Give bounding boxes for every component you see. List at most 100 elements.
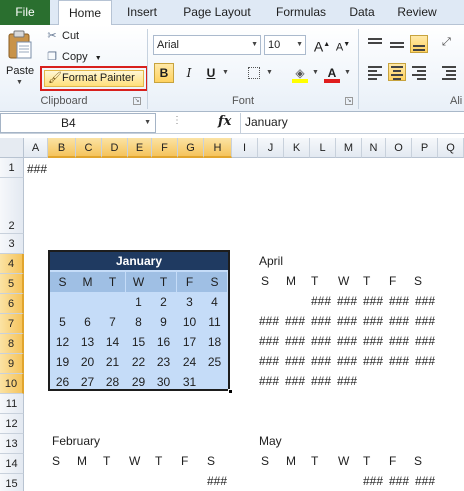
calendar-day[interactable] (50, 292, 75, 312)
column-header-l[interactable]: L (310, 138, 336, 158)
calendar-day[interactable]: 8 (126, 312, 151, 332)
font-color-button[interactable]: A (322, 63, 342, 83)
weekday-label[interactable]: S (261, 454, 269, 468)
calendar-day[interactable]: 20 (75, 352, 100, 372)
row-header-15[interactable]: 15 (0, 474, 24, 491)
column-header-c[interactable]: C (76, 138, 102, 158)
font-name-select[interactable]: Arial ▼ (153, 35, 261, 55)
copy-button[interactable]: ❐ Copy ▼ (44, 47, 102, 67)
calendar-cell[interactable]: ### (389, 294, 409, 308)
row-header-4[interactable]: 4 (0, 254, 24, 274)
row-header-1[interactable]: 1 (0, 158, 24, 178)
bold-button[interactable]: B (154, 63, 174, 83)
calendar-day[interactable]: 16 (151, 332, 176, 352)
calendar-day[interactable]: 28 (100, 372, 125, 392)
calendar-cell[interactable]: ### (311, 354, 331, 368)
font-launcher-icon[interactable]: ↘ (345, 97, 353, 105)
middle-align-icon[interactable] (388, 35, 406, 53)
calendar-day[interactable]: 4 (202, 292, 227, 312)
font-size-select[interactable]: 10 ▼ (264, 35, 306, 55)
column-header-i[interactable]: I (232, 138, 258, 158)
calendar-day[interactable]: 27 (75, 372, 100, 392)
calendar-day[interactable]: 5 (50, 312, 75, 332)
calendar-cell[interactable]: ### (389, 354, 409, 368)
calendar-day[interactable]: 21 (100, 352, 125, 372)
calendar-cell[interactable]: ### (337, 334, 357, 348)
calendar-day[interactable]: 31 (177, 372, 202, 392)
calendar-cell[interactable]: ### (259, 314, 279, 328)
align-center-icon[interactable] (388, 63, 406, 81)
calendar-cell[interactable]: ### (363, 474, 383, 488)
weekday-label[interactable]: T (311, 454, 318, 468)
align-right-icon[interactable] (410, 63, 428, 81)
calendar-day[interactable]: 6 (75, 312, 100, 332)
calendar-day[interactable]: 23 (151, 352, 176, 372)
weekday-label[interactable]: W (338, 274, 349, 288)
row-header-12[interactable]: 12 (0, 414, 24, 434)
weekday-label[interactable]: S (414, 274, 422, 288)
calendar-day[interactable]: 15 (126, 332, 151, 352)
tab-data[interactable]: Data (344, 0, 380, 25)
formula-input[interactable]: January (240, 113, 464, 133)
row-header-3[interactable]: 3 (0, 234, 24, 254)
calendar-cell[interactable]: ### (259, 334, 279, 348)
insert-function-icon[interactable]: fx (218, 114, 231, 129)
calendar-cell[interactable]: ### (363, 354, 383, 368)
align-left-icon[interactable] (366, 63, 384, 81)
decrease-indent-icon[interactable] (440, 63, 458, 81)
column-header-e[interactable]: E (128, 138, 152, 158)
calendar-cell[interactable]: ### (285, 374, 305, 388)
underline-button[interactable]: U (201, 63, 221, 83)
calendar-cell[interactable]: ### (415, 474, 435, 488)
borders-button[interactable] (244, 63, 264, 83)
italic-button[interactable]: I (179, 63, 199, 83)
calendar-day[interactable]: 3 (177, 292, 202, 312)
calendar-day[interactable]: 14 (100, 332, 125, 352)
february-title[interactable]: February (52, 434, 100, 448)
calendar-day[interactable]: 12 (50, 332, 75, 352)
calendar-day[interactable]: 29 (126, 372, 151, 392)
row-header-5[interactable]: 5 (0, 274, 24, 294)
calendar-cell[interactable]: ### (311, 294, 331, 308)
fill-color-button[interactable]: ◈ (290, 63, 310, 83)
row-header-9[interactable]: 9 (0, 354, 24, 374)
calendar-day[interactable]: 1 (126, 292, 151, 312)
fill-handle[interactable] (228, 389, 233, 394)
row-header-11[interactable]: 11 (0, 394, 24, 414)
calendar-day[interactable] (202, 372, 227, 392)
row-header-14[interactable]: 14 (0, 454, 24, 474)
april-title[interactable]: April (259, 254, 283, 268)
weekday-label[interactable]: M (286, 454, 296, 468)
calendar-cell[interactable]: ### (207, 474, 227, 488)
calendar-cell[interactable]: ### (363, 334, 383, 348)
calendar-day[interactable]: 9 (151, 312, 176, 332)
weekday-label[interactable]: T (155, 454, 162, 468)
calendar-day[interactable]: 17 (177, 332, 202, 352)
row-header-13[interactable]: 13 (0, 434, 24, 454)
column-header-d[interactable]: D (102, 138, 128, 158)
weekday-label[interactable]: T (363, 274, 370, 288)
weekday-label[interactable]: S (261, 274, 269, 288)
calendar-cell[interactable]: ### (285, 354, 305, 368)
column-header-b[interactable]: B (48, 138, 76, 158)
row-header-8[interactable]: 8 (0, 334, 24, 354)
calendar-cell[interactable]: ### (389, 334, 409, 348)
calendar-cell[interactable]: ### (389, 474, 409, 488)
weekday-label[interactable]: W (129, 454, 140, 468)
cell-a1[interactable]: ### (27, 162, 47, 176)
calendar-day[interactable]: 19 (50, 352, 75, 372)
tab-insert[interactable]: Insert (120, 0, 164, 25)
weekday-label[interactable]: F (389, 454, 396, 468)
calendar-cell[interactable]: ### (363, 314, 383, 328)
weekday-label[interactable]: M (77, 454, 87, 468)
calendar-cell[interactable]: ### (415, 314, 435, 328)
calendar-day[interactable]: 26 (50, 372, 75, 392)
weekday-label[interactable]: W (338, 454, 349, 468)
column-header-n[interactable]: N (362, 138, 386, 158)
calendar-cell[interactable]: ### (311, 334, 331, 348)
calendar-cell[interactable]: ### (311, 314, 331, 328)
calendar-cell[interactable]: ### (285, 314, 305, 328)
weekday-label[interactable]: S (414, 454, 422, 468)
column-header-h[interactable]: H (204, 138, 232, 158)
calendar-cell[interactable]: ### (337, 314, 357, 328)
